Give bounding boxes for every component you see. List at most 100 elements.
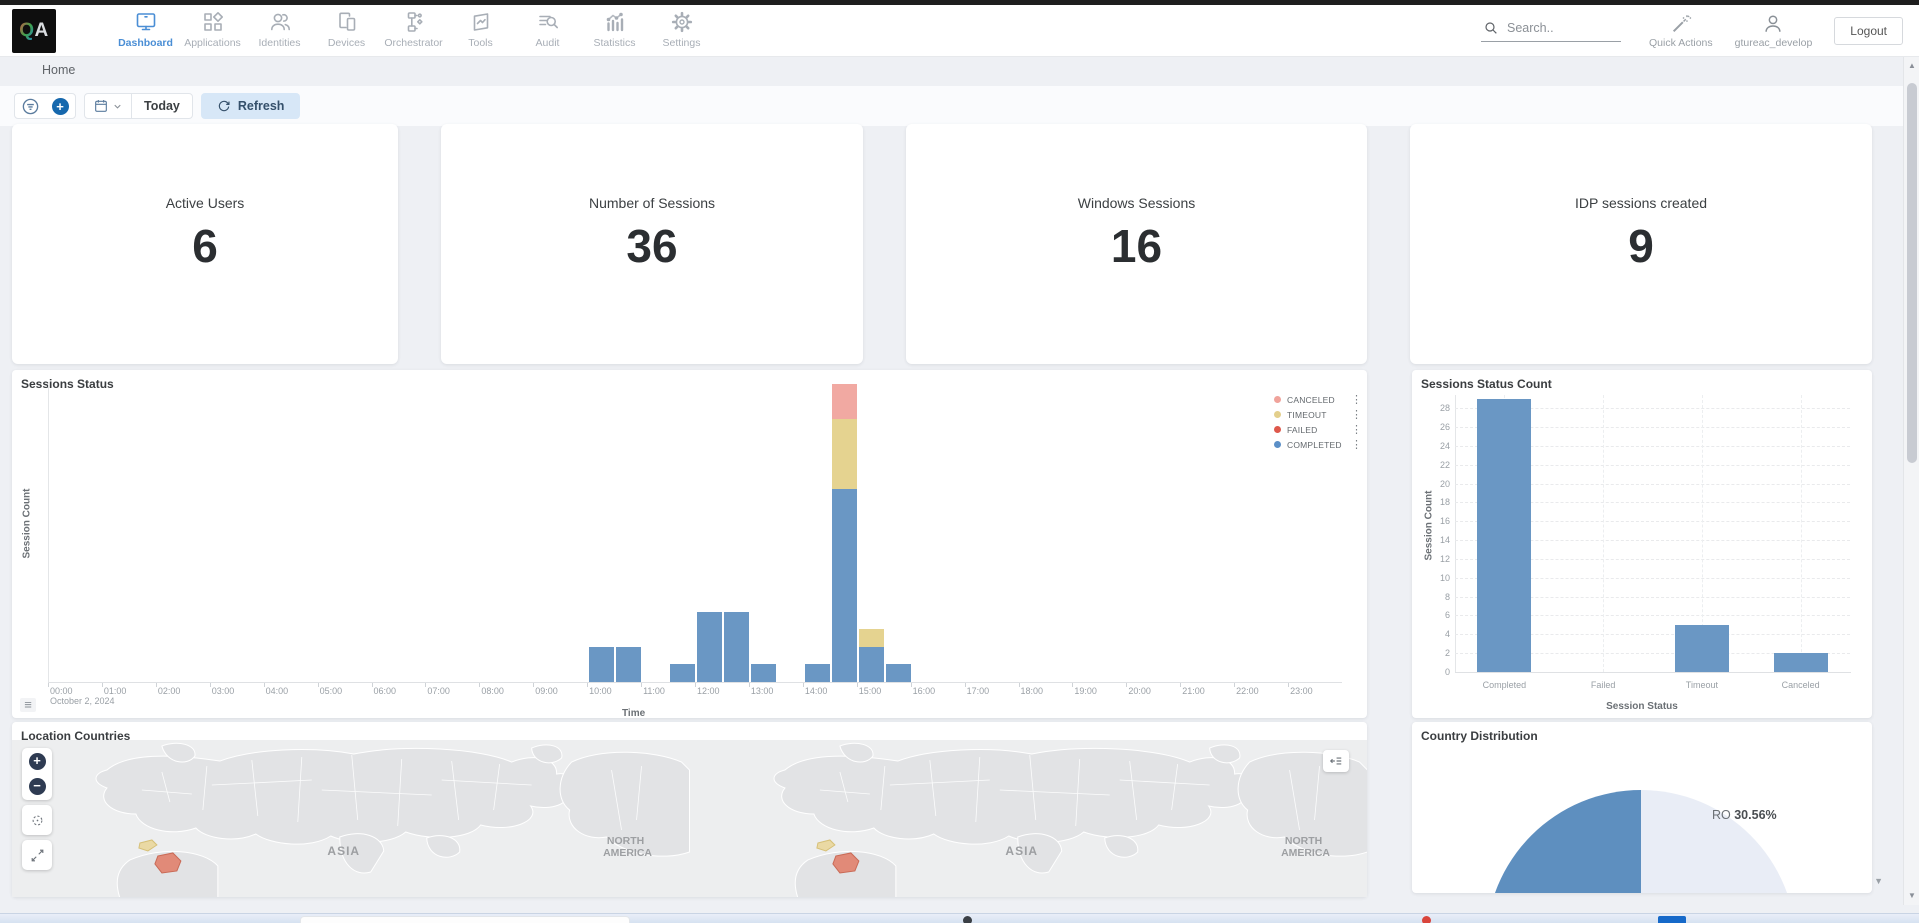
- x-tick-label: 10:00: [589, 686, 612, 696]
- stacked-bar-14:30[interactable]: [831, 384, 858, 682]
- nav-item-label: Settings: [663, 37, 701, 49]
- nav-item-applications[interactable]: Applications: [179, 8, 246, 54]
- toolbar-band: + Today Refresh: [0, 86, 1919, 126]
- x-tick-label: 14:00: [805, 686, 828, 696]
- quick-actions-button[interactable]: Quick Actions: [1649, 13, 1713, 49]
- stacked-bar-10:30[interactable]: [615, 647, 642, 682]
- tools-icon: [469, 8, 493, 36]
- chart-menu-icon[interactable]: ≡: [20, 698, 36, 712]
- stacked-bar-14:00[interactable]: [804, 664, 831, 682]
- nav-item-label: Statistics: [593, 37, 635, 49]
- map-locate-button[interactable]: [27, 810, 47, 830]
- x-tick-mark: [1180, 683, 1181, 687]
- legend-item-failed[interactable]: FAILED⋮: [1274, 422, 1362, 437]
- logo-letter-a: A: [35, 20, 49, 42]
- stacked-bar-13:00[interactable]: [750, 664, 777, 682]
- map-zoom-in-button[interactable]: +: [29, 753, 46, 770]
- legend-kebab-menu[interactable]: ⋮: [1347, 423, 1362, 436]
- nav-item-devices[interactable]: Devices: [313, 8, 380, 54]
- nav-item-audit[interactable]: Audit: [514, 8, 581, 54]
- stat-card-title: Number of Sessions: [589, 195, 715, 211]
- scrollbar-up-arrow[interactable]: ▲: [1904, 59, 1919, 73]
- apps-grid-icon: [201, 8, 225, 36]
- nav-item-orchestrator[interactable]: Orchestrator: [380, 8, 447, 54]
- scrollbar-down-arrow[interactable]: ▼: [1904, 889, 1919, 903]
- stat-card-title: IDP sessions created: [1575, 195, 1707, 211]
- plus-circle-icon: +: [52, 98, 69, 115]
- y-tick-label: 26: [1430, 422, 1450, 432]
- stacked-bar-15:30[interactable]: [885, 664, 912, 682]
- y-tick-label: 20: [1430, 479, 1450, 489]
- search-box[interactable]: [1481, 20, 1621, 42]
- scroll-down-indicator[interactable]: ▼: [1874, 876, 1883, 886]
- nav-item-tools[interactable]: Tools: [447, 8, 514, 54]
- stacked-bar-12:30[interactable]: [723, 612, 750, 682]
- add-filter-button[interactable]: +: [45, 94, 75, 118]
- x-tick-label: 04:00: [266, 686, 289, 696]
- country-distribution-title: Country Distribution: [1421, 729, 1538, 743]
- x-tick-mark: [479, 683, 480, 687]
- x-tick-mark: [1072, 683, 1073, 687]
- x-tick-mark: [318, 683, 319, 687]
- y-tick-label: 10: [1430, 573, 1450, 583]
- taskbar-app-icon[interactable]: [1422, 916, 1431, 923]
- refresh-button[interactable]: Refresh: [201, 93, 301, 119]
- map-fullscreen-button[interactable]: [27, 845, 47, 865]
- legend-kebab-menu[interactable]: ⋮: [1347, 393, 1362, 406]
- audit-search-icon: [536, 8, 560, 36]
- today-button[interactable]: Today: [132, 94, 192, 118]
- stat-card-title: Active Users: [166, 195, 245, 211]
- stacked-bar-12:00[interactable]: [696, 612, 723, 682]
- nav-item-identities[interactable]: Identities: [246, 8, 313, 54]
- nav-item-dashboard[interactable]: Dashboard: [112, 8, 179, 54]
- bar-segment-completed: [723, 612, 750, 682]
- taskbar-search-box[interactable]: [300, 916, 630, 923]
- country-distribution-pie[interactable]: [1486, 790, 1796, 893]
- stacked-bar-10:00[interactable]: [588, 647, 615, 682]
- legend-item-canceled[interactable]: CANCELED⋮: [1274, 392, 1362, 407]
- count-bar-completed[interactable]: [1477, 399, 1531, 672]
- count-chart-plot: [1455, 395, 1850, 672]
- stacked-bar-15:00[interactable]: [858, 629, 885, 682]
- world-map[interactable]: ASIANORTHAMERICAASIANORTHAMERICA: [12, 740, 1367, 897]
- x-tick-label: 09:00: [535, 686, 558, 696]
- user-menu[interactable]: gtureac_develop: [1735, 13, 1813, 49]
- nav-item-statistics[interactable]: Statistics: [581, 8, 648, 54]
- legend-kebab-menu[interactable]: ⋮: [1347, 408, 1362, 421]
- legend-item-timeout[interactable]: TIMEOUT⋮: [1274, 407, 1362, 422]
- map-legend-toggle-button[interactable]: [1323, 750, 1349, 772]
- y-tick-label: 4: [1430, 629, 1450, 639]
- search-input[interactable]: [1507, 21, 1607, 35]
- nav-item-settings[interactable]: Settings: [648, 8, 715, 54]
- legend-kebab-menu[interactable]: ⋮: [1347, 438, 1362, 451]
- y-tick-label: 6: [1430, 610, 1450, 620]
- x-tick-label: 18:00: [1021, 686, 1044, 696]
- map-locate-card: [22, 805, 52, 835]
- app-logo[interactable]: QA: [12, 9, 56, 53]
- count-bar-timeout[interactable]: [1675, 625, 1729, 672]
- x-tick-label: 20:00: [1128, 686, 1151, 696]
- filter-circle-button[interactable]: [15, 94, 45, 118]
- legend-item-completed[interactable]: COMPLETED⋮: [1274, 437, 1362, 452]
- x-tick-mark: [911, 683, 912, 687]
- calendar-icon: [93, 98, 109, 114]
- count-bar-canceled[interactable]: [1774, 653, 1828, 672]
- vertical-scrollbar[interactable]: ▲ ▼: [1903, 57, 1919, 905]
- map-zoom-out-button[interactable]: −: [29, 778, 46, 795]
- taskbar-app-icon[interactable]: [963, 916, 972, 923]
- stacked-bar-11:30[interactable]: [669, 664, 696, 682]
- bar-segment-completed: [885, 664, 912, 682]
- x-tick-label: 21:00: [1182, 686, 1205, 696]
- x-tick-mark: [156, 683, 157, 687]
- calendar-dropdown[interactable]: [85, 94, 132, 118]
- logout-button[interactable]: Logout: [1834, 17, 1903, 45]
- refresh-icon: [217, 99, 231, 113]
- filter-button-group: +: [14, 93, 76, 119]
- devices-icon: [335, 8, 359, 36]
- bar-segment-completed: [588, 647, 615, 682]
- scrollbar-thumb[interactable]: [1907, 83, 1917, 463]
- world-map-tile: ASIANORTHAMERICA: [690, 740, 1368, 897]
- stat-card-value: 9: [1628, 219, 1654, 273]
- taskbar-app-icon[interactable]: [1658, 916, 1686, 923]
- stat-card-3: Windows Sessions16: [906, 124, 1367, 364]
